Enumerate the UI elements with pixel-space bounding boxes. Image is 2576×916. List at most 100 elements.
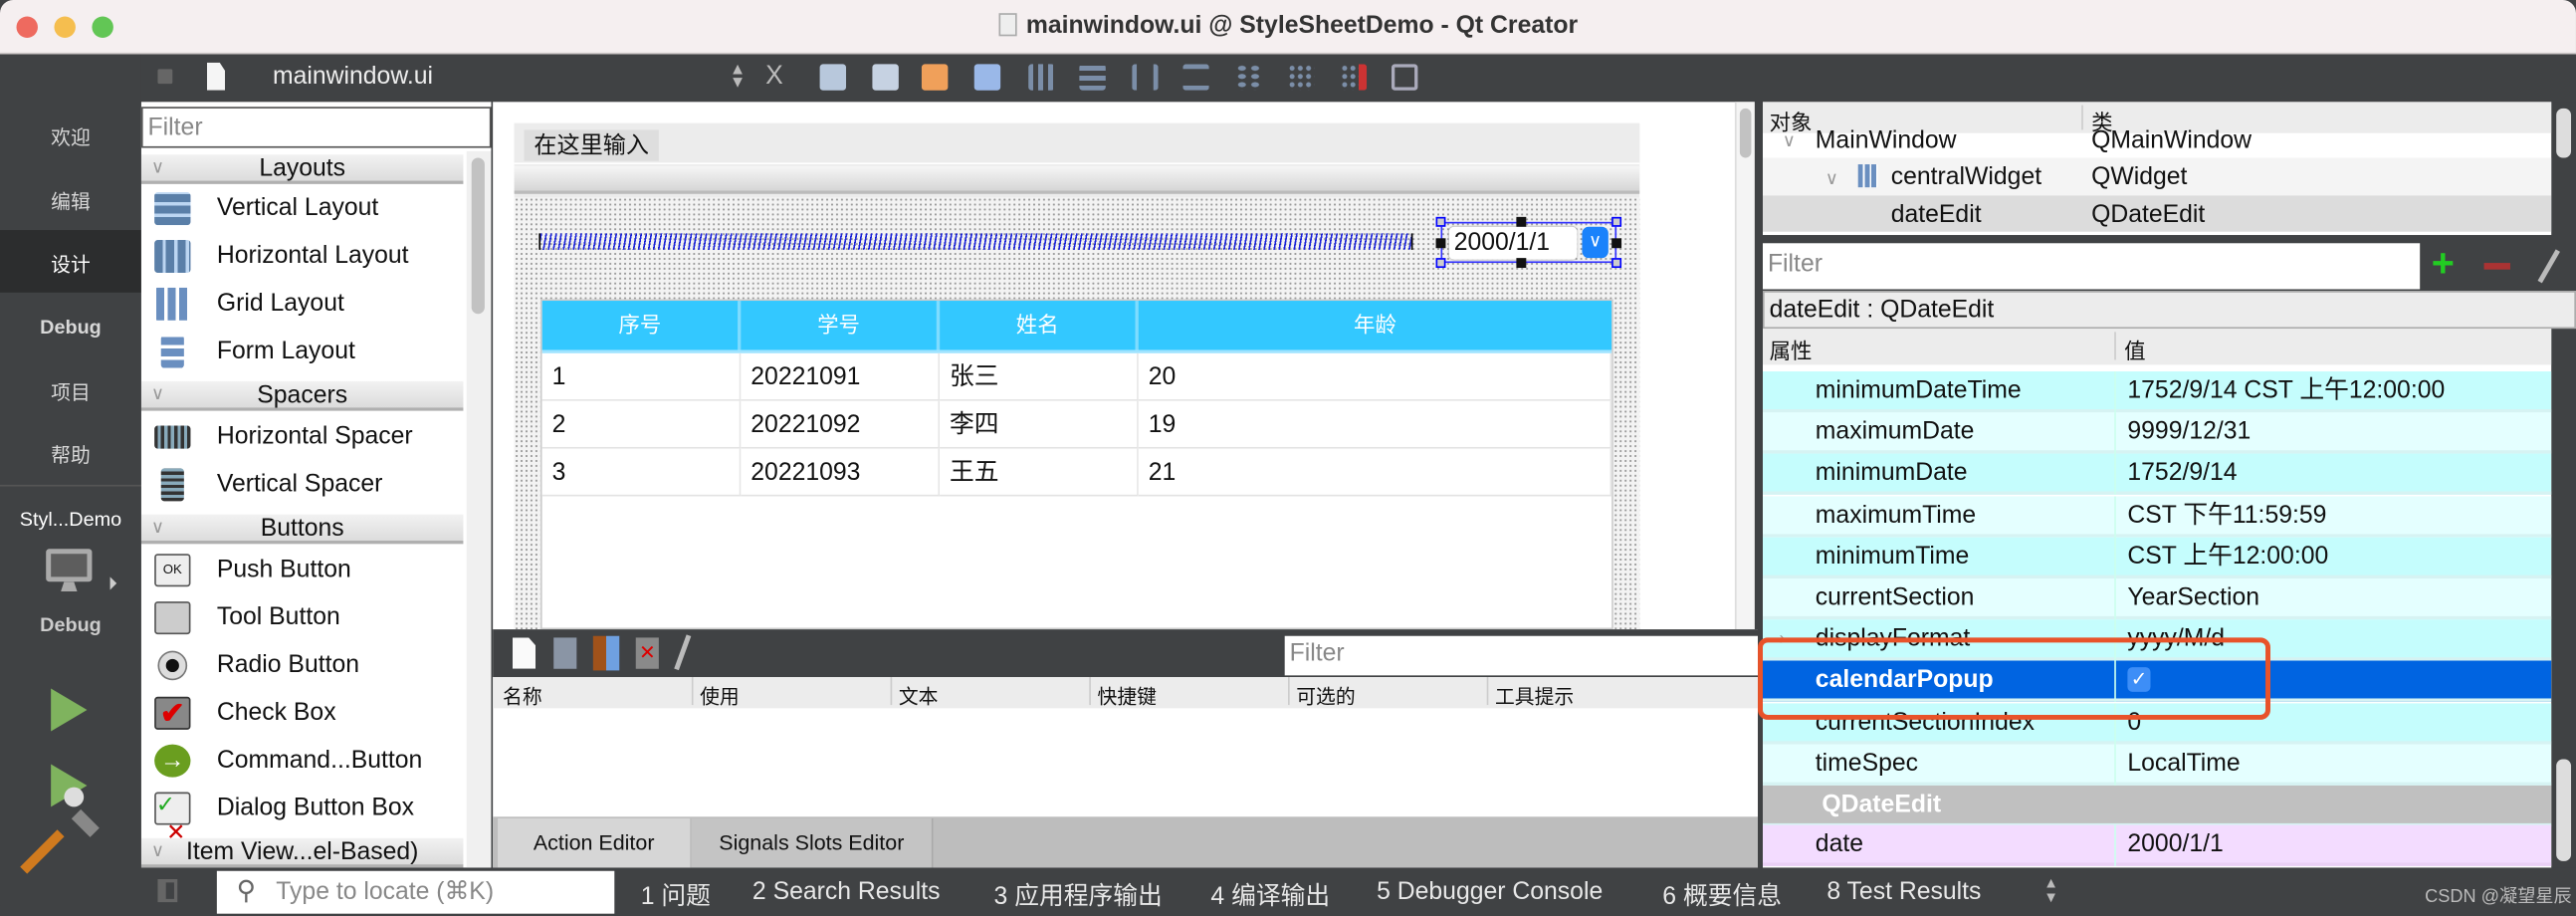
menu-type-here[interactable]: 在这里输入 — [524, 129, 659, 161]
property-row[interactable]: minimumTime CST 上午12:00:00 — [1762, 537, 2552, 578]
edit-signals-slots-icon[interactable] — [872, 64, 899, 91]
break-layout-icon[interactable] — [1340, 64, 1368, 91]
action-filter-input[interactable]: Filter — [1284, 635, 1759, 676]
configure-wrench-icon[interactable] — [674, 634, 692, 671]
table-cell[interactable]: 张三 — [940, 352, 1139, 401]
mode-projects[interactable]: 项目 — [0, 378, 141, 406]
widget-horizontal-spacer[interactable]: Horizontal Spacer — [141, 412, 463, 460]
form-scrollbar[interactable] — [1734, 102, 1755, 630]
table-cell[interactable]: 2 — [541, 400, 742, 449]
property-section-header[interactable]: QDateEdit — [1762, 785, 2552, 827]
date-edit[interactable]: 2000/1/1 ∨ — [1435, 216, 1622, 269]
adjust-size-icon[interactable] — [1391, 64, 1418, 91]
more-panes-arrows-icon[interactable]: ▲ ▼ — [2043, 875, 2058, 906]
property-row[interactable]: maximumDate 9999/12/31 — [1762, 412, 2552, 454]
file-switch-arrows-icon[interactable]: ▲ ▼ — [730, 62, 746, 92]
locate-input[interactable]: ⚲ Type to locate (⌘K) — [216, 870, 615, 914]
object-inspector-scrollbar[interactable] — [2556, 108, 2572, 158]
tab-signals-slots-editor[interactable]: Signals Slots Editor — [691, 817, 934, 868]
delete-action-icon[interactable]: ✕ — [635, 637, 659, 669]
col-used[interactable]: 使用 — [700, 682, 740, 710]
property-col-header[interactable]: 属性 — [1770, 334, 1813, 364]
property-row[interactable]: maximumTime CST 下午11:59:59 — [1762, 495, 2552, 538]
layout-vertical-splitter-icon[interactable] — [1182, 64, 1209, 91]
category-item-views[interactable]: ∨ Item View...el-Based) — [140, 837, 464, 868]
widget-grid-layout[interactable]: Grid Layout — [141, 280, 463, 328]
property-row[interactable]: currentSection YearSection — [1762, 577, 2552, 620]
layout-horizontal-icon[interactable] — [1028, 64, 1055, 91]
category-layouts[interactable]: ∨ Layouts — [140, 154, 464, 184]
column-header[interactable]: 学号 — [741, 301, 941, 350]
widget-push-button[interactable]: OK Push Button — [141, 546, 463, 593]
object-row[interactable]: ∨ centralWidget QWidget — [1762, 157, 2552, 196]
new-action-icon[interactable] — [512, 637, 537, 669]
mode-help[interactable]: 帮助 — [0, 440, 141, 468]
remove-property-icon[interactable] — [2483, 263, 2510, 270]
table-cell[interactable]: 李四 — [940, 400, 1139, 449]
calendar-dropdown-icon[interactable]: ∨ — [1582, 226, 1609, 259]
value-col-header[interactable]: 值 — [2124, 334, 2145, 364]
mode-welcome[interactable]: 欢迎 — [0, 123, 141, 151]
widget-filter-input[interactable]: Filter — [140, 107, 492, 148]
col-text[interactable]: 文本 — [899, 682, 939, 710]
property-value[interactable]: CST 上午12:00:00 — [2127, 537, 2328, 576]
output-pane-general[interactable]: 6 概要信息 — [1662, 877, 1782, 912]
widget-vertical-layout[interactable]: Vertical Layout — [141, 184, 463, 232]
output-pane-compile[interactable]: 4 编译输出 — [1210, 877, 1330, 912]
col-shortcut[interactable]: 快捷键 — [1098, 682, 1157, 710]
layout-form-icon[interactable] — [1235, 64, 1262, 91]
date-edit-value[interactable]: 2000/1/1 — [1448, 226, 1578, 260]
lock-icon[interactable] — [157, 69, 173, 85]
layout-grid-icon[interactable] — [1287, 64, 1315, 91]
property-value[interactable]: CST 下午11:59:59 — [2127, 496, 2326, 536]
property-row[interactable]: date 2000/1/1 — [1762, 824, 2552, 866]
widget-list-scrollbar[interactable] — [466, 150, 492, 868]
column-header[interactable]: 姓名 — [940, 301, 1139, 350]
property-value[interactable]: 9999/12/31 — [2127, 413, 2251, 453]
edit-buddies-icon[interactable] — [921, 64, 949, 91]
table-cell[interactable]: 20221091 — [741, 352, 941, 401]
col-name[interactable]: 名称 — [503, 682, 542, 710]
property-row[interactable]: minimumDateTime 1752/9/14 CST 上午12:00:00 — [1762, 371, 2552, 413]
property-value[interactable]: YearSection — [2127, 578, 2259, 618]
edit-widgets-icon[interactable] — [819, 64, 847, 91]
run-icon[interactable] — [51, 688, 88, 732]
tab-action-editor[interactable]: Action Editor — [498, 817, 691, 868]
property-value[interactable]: 2000/1/1 — [2127, 825, 2223, 865]
widget-radio-button[interactable]: Radio Button — [141, 641, 463, 689]
edit-tab-order-icon[interactable] — [973, 64, 1001, 91]
output-pane-search[interactable]: 2 Search Results — [752, 877, 941, 905]
table-cell[interactable]: 20221092 — [741, 400, 941, 449]
table-cell[interactable]: 21 — [1138, 448, 1612, 497]
property-row[interactable]: minimumDate 1752/9/14 — [1762, 454, 2552, 496]
object-row-selected[interactable]: dateEdit QDateEdit — [1762, 195, 2552, 232]
output-pane-issues[interactable]: 1 问题 — [641, 877, 711, 912]
copy-action-icon[interactable] — [553, 637, 577, 669]
object-row[interactable]: ∨ MainWindow QMainWindow — [1763, 121, 2551, 157]
horizontal-spacer[interactable] — [538, 233, 1413, 250]
table-cell[interactable]: 20 — [1138, 352, 1612, 401]
category-buttons[interactable]: ∨ Buttons — [140, 514, 464, 545]
property-value[interactable]: 1752/9/14 — [2127, 454, 2237, 494]
layout-vertical-icon[interactable] — [1079, 64, 1106, 91]
mode-debug[interactable]: Debug — [0, 316, 141, 339]
widget-vertical-spacer[interactable]: Vertical Spacer — [141, 460, 463, 508]
table-cell[interactable]: 19 — [1138, 400, 1612, 449]
widget-form-layout[interactable]: Form Layout — [141, 327, 463, 374]
output-pane-test-results[interactable]: 8 Test Results — [1826, 877, 1981, 905]
layout-horizontal-splitter-icon[interactable] — [1132, 64, 1159, 91]
property-filter-input[interactable]: Filter — [1762, 243, 2421, 290]
widget-dialog-button-box[interactable]: ✓ ✕ Dialog Button Box — [141, 784, 463, 844]
build-hammer-icon[interactable] — [20, 829, 65, 874]
student-table[interactable]: 序号 学号 姓名 年龄 1 20221091 张三 20 2 20221092 李四 19 3 2… — [540, 299, 1613, 630]
close-document-button[interactable]: X — [765, 63, 783, 93]
monitor-icon[interactable] — [46, 549, 93, 582]
open-file-name[interactable]: mainwindow.ui — [273, 63, 433, 91]
table-cell[interactable]: 1 — [541, 352, 742, 401]
property-value[interactable]: 1752/9/14 CST 上午12:00:00 — [2127, 371, 2445, 411]
table-cell[interactable]: 20221093 — [741, 448, 941, 497]
widget-tool-button[interactable]: Tool Button — [141, 593, 463, 641]
property-row[interactable]: timeSpec LocalTime — [1762, 744, 2552, 786]
output-pane-app-output[interactable]: 3 应用程序输出 — [994, 877, 1163, 912]
paste-action-icon[interactable] — [592, 635, 620, 671]
